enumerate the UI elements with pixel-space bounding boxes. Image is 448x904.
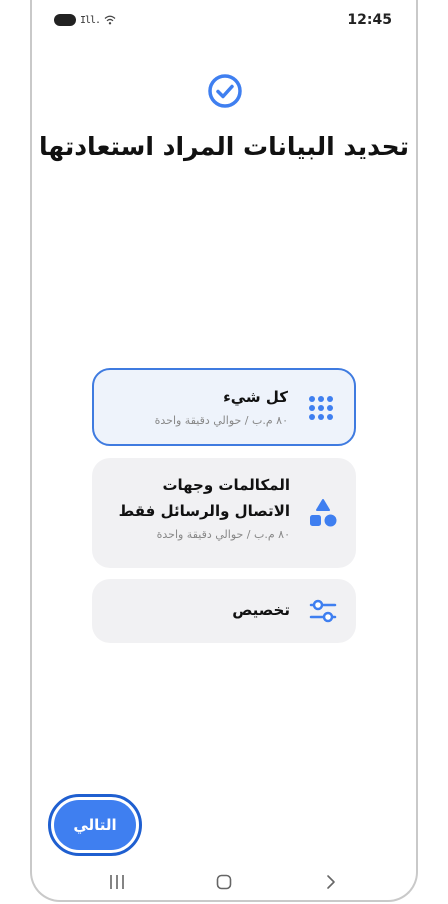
option-text: كل شيء ٨٠ م.ب / حوالي دقيقة واحدة xyxy=(108,384,288,427)
option-subtitle: ٨٠ م.ب / حوالي دقيقة واحدة xyxy=(156,528,290,541)
option-customize[interactable]: تخصيص xyxy=(92,579,356,643)
sliders-icon xyxy=(309,599,337,623)
page-title: تحديد البيانات المراد استعادتها xyxy=(38,132,410,161)
status-bar: Ill. 12:45 xyxy=(32,0,416,44)
shapes-icon xyxy=(310,499,337,527)
option-calls-contacts-messages[interactable]: المكالمات وجهات الاتصال والرسائل فقط ٨٠ … xyxy=(92,458,356,568)
grid-dots-icon xyxy=(309,396,333,420)
option-title: تخصيص xyxy=(232,601,290,619)
check-circle-icon xyxy=(208,74,242,108)
wifi-icon xyxy=(104,15,116,25)
option-text: المكالمات وجهات الاتصال والرسائل فقط ٨٠ … xyxy=(106,472,290,541)
status-time: 12:45 xyxy=(347,12,392,28)
status-icons: Ill. xyxy=(54,14,116,26)
recents-icon[interactable] xyxy=(108,874,126,890)
signal-icon: Ill. xyxy=(80,14,101,26)
back-icon[interactable] xyxy=(324,874,338,890)
option-everything[interactable]: كل شيء ٨٠ م.ب / حوالي دقيقة واحدة xyxy=(92,368,356,446)
option-title: المكالمات وجهات الاتصال والرسائل فقط xyxy=(118,476,290,520)
option-title: كل شيء xyxy=(223,388,288,406)
navigation-bar xyxy=(32,862,416,900)
home-icon[interactable] xyxy=(216,874,232,890)
camera-pill-icon xyxy=(54,14,76,26)
next-button[interactable]: التالي xyxy=(54,800,136,850)
option-subtitle: ٨٠ م.ب / حوالي دقيقة واحدة xyxy=(154,414,288,427)
phone-frame: Ill. 12:45 تحديد البيانات المراد استعادت… xyxy=(30,0,418,902)
option-text: تخصيص xyxy=(106,597,290,623)
